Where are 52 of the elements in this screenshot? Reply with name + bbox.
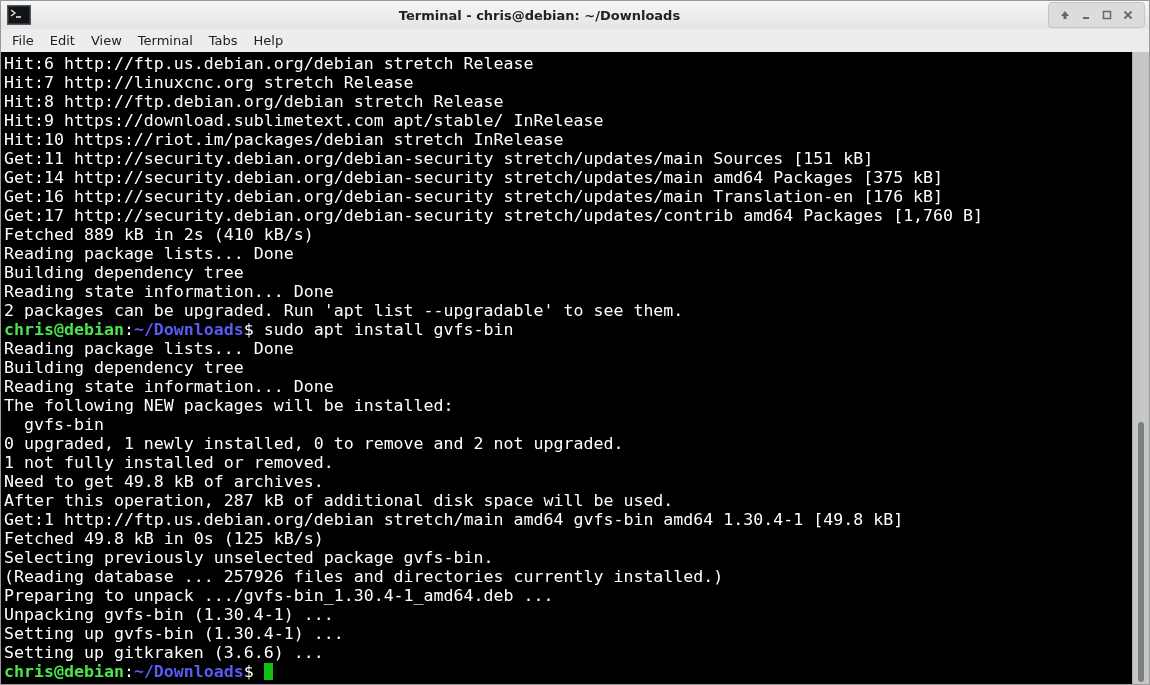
maximize-icon[interactable] — [1101, 9, 1113, 21]
output-line: Building dependency tree — [4, 263, 245, 282]
output-line: Need to get 49.8 kB of archives. — [4, 472, 325, 491]
prompt-sign: $ — [243, 320, 254, 339]
menu-item[interactable]: Terminal — [129, 33, 201, 48]
output-line: 0 upgraded, 1 newly installed, 0 to remove and 2 not upgraded. — [4, 434, 625, 453]
output-line: Reading state information... Done — [4, 282, 335, 301]
prompt-user: chris@debian — [4, 662, 124, 681]
prompt-separator: : — [123, 320, 134, 339]
output-line: Hit:9 https://download.sublimetext.com apt/stable/ InRelease — [4, 111, 605, 130]
output-line: Fetched 49.8 kB in 0s (125 kB/s) — [4, 529, 325, 548]
menu-item[interactable]: Help — [245, 33, 292, 48]
output-line: Hit:7 http://linuxcnc.org stretch Release — [4, 73, 415, 92]
prompt-user: chris@debian — [4, 320, 124, 339]
command-text: sudo apt install gvfs-bin — [262, 320, 514, 339]
output-line: After this operation, 287 kB of additional disk space will be used. — [4, 491, 675, 510]
output-line: Get:11 http://security.debian.org/debian-security stretch/updates/main Sources [151 kB] — [4, 149, 875, 168]
output-line: Get:17 http://security.debian.org/debian-security stretch/updates/contrib amd64 Packages [1,760 B] — [4, 206, 985, 225]
output-line: 2 packages can be upgraded. Run 'apt list --upgradable' to see them. — [4, 301, 685, 320]
prompt-sign: $ — [243, 662, 254, 681]
output-line: Building dependency tree — [4, 358, 245, 377]
output-line: Get:1 http://ftp.us.debian.org/debian stretch/main amd64 gvfs-bin amd64 1.30.4-1 [49.8 kB] — [4, 510, 905, 529]
output-line: Setting up gitkraken (3.6.6) ... — [4, 643, 325, 662]
output-line: Reading state information... Done — [4, 377, 335, 396]
terminal-icon — [7, 5, 31, 25]
output-line: Reading package lists... Done — [4, 339, 295, 358]
scrollbar-thumb[interactable] — [1138, 422, 1144, 682]
output-line: Setting up gvfs-bin (1.30.4-1) ... — [4, 624, 345, 643]
window-title: Terminal - chris@debian: ~/Downloads — [397, 7, 682, 23]
output-line: Unpacking gvfs-bin (1.30.4-1) ... — [4, 605, 335, 624]
output-line: Get:16 http://security.debian.org/debian-security stretch/updates/main Translation-en [176 kB] — [4, 187, 945, 206]
output-line: (Reading database ... 257926 files and directories currently installed.) — [4, 567, 725, 586]
output-line: Preparing to unpack .../gvfs-bin_1.30.4-1_amd64.deb ... — [4, 586, 555, 605]
output-line: Hit:10 https://riot.im/packages/debian stretch InRelease — [4, 130, 565, 149]
prompt-path: ~/Downloads — [133, 320, 244, 339]
output-line: Hit:6 http://ftp.us.debian.org/debian stretch Release — [4, 54, 535, 73]
menu-item[interactable]: Tabs — [200, 33, 246, 48]
output-line: Hit:8 http://ftp.debian.org/debian stretch Release — [4, 92, 505, 111]
output-line: Selecting previously unselected package gvfs-bin. — [4, 548, 495, 567]
output-line: Get:14 http://security.debian.org/debian-security stretch/updates/main amd64 Packages [375 kB] — [4, 168, 945, 187]
menu-item[interactable]: View — [82, 33, 130, 48]
close-icon[interactable] — [1122, 9, 1134, 21]
output-line: Fetched 889 kB in 2s (410 kB/s) — [4, 225, 315, 244]
prompt-separator: : — [123, 662, 134, 681]
up-arrow-icon[interactable] — [1059, 9, 1071, 21]
prompt-path: ~/Downloads — [133, 662, 244, 681]
menu-item[interactable]: Edit — [41, 33, 83, 48]
output-line: Reading package lists... Done — [4, 244, 295, 263]
output-line: 1 not fully installed or removed. — [4, 453, 335, 472]
output-line: The following NEW packages will be installed: — [4, 396, 455, 415]
menu-item[interactable]: File — [4, 33, 42, 48]
output-line: gvfs-bin — [22, 415, 105, 434]
